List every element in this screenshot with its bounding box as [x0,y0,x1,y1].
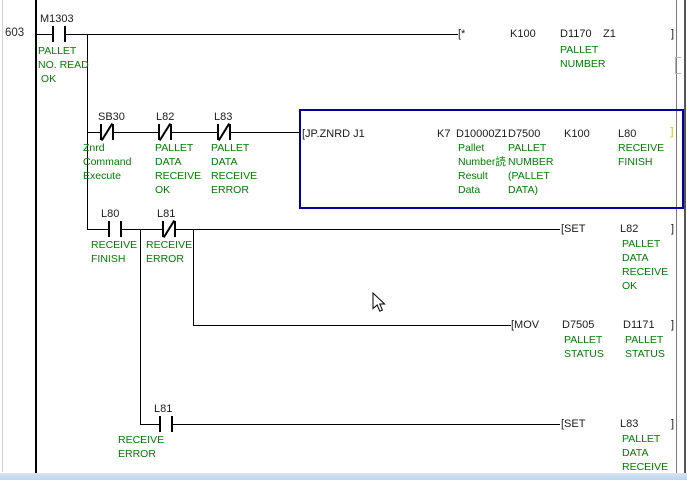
right-window-border [684,0,686,480]
contact-l81-no[interactable] [159,416,173,432]
instr-set-l83-operand[interactable]: L83 [620,418,638,430]
comment-l82: PALLET DATA RECEIVE OK [155,141,201,197]
device-label-l83: L83 [214,111,232,123]
device-label-l81-no: L81 [154,403,172,415]
contact-pipe [171,416,173,432]
instr-set-l82-opcode[interactable]: [SET [561,223,585,235]
contact-l83[interactable] [217,124,231,140]
faint-bracket-mark [675,57,681,74]
contact-pipe [170,124,172,140]
horizontal-scrollbar[interactable] [0,473,687,480]
contact-pipe [52,26,54,42]
contact-pipe [64,26,66,42]
instr-mov-opcode[interactable]: [MOV [511,319,539,331]
device-label-m1303: M1303 [40,13,74,25]
wire-receive-rung [88,229,560,230]
contact-gap [110,221,120,237]
instr-multiply-opcode[interactable]: [* [458,28,465,40]
ladder-editor: 603 M1303 PALLET NO. READ OK [* K100 D11… [0,0,687,480]
wire-drop-to-mov-rung [193,229,194,326]
instr-multiply-close-bracket: ] [671,28,674,40]
comment-l81-no: RECEIVE ERROR [118,433,164,461]
contact-l81-nc[interactable] [162,221,176,237]
instr-mov-operand-d7505[interactable]: D7505 [562,319,594,331]
wire-mov-rung [193,325,511,326]
instr-mov-close-bracket: ] [671,319,674,331]
instr-multiply-operand-d1170[interactable]: D1170 [560,28,592,40]
instr-multiply-operand-z1[interactable]: Z1 [603,28,616,40]
device-label-sb30: SB30 [98,111,125,123]
rung-number: 603 [5,27,24,39]
instr-set-l83-opcode[interactable]: [SET [561,418,585,430]
contact-l80[interactable] [108,221,122,237]
comment-l81-nc: RECEIVE ERROR [146,238,192,266]
comment-d1171: PALLET STATUS [625,333,665,361]
contact-pipe [229,124,231,140]
left-window-border [2,0,3,472]
comment-l83: PALLET DATA RECEIVE ERROR [211,141,257,197]
comment-d1170: PALLET NUMBER [560,43,606,71]
mouse-cursor [372,292,386,313]
left-power-rail [35,0,37,473]
contact-m1303[interactable] [52,26,66,42]
instr-mov-operand-d1171[interactable]: D1171 [623,319,655,331]
contact-l82[interactable] [158,124,172,140]
wire-main-rung [37,34,458,35]
instr-set-l82-close-bracket: ] [671,223,674,235]
contact-pipe [112,124,114,140]
device-label-l82: L82 [156,111,174,123]
comment-d7505: PALLET STATUS [564,333,604,361]
device-label-l81-nc: L81 [157,208,175,220]
device-label-l80: L80 [101,208,119,220]
wire-drop-to-bottom-rung [140,229,141,425]
contact-pipe [108,221,110,237]
contact-pipe [159,416,161,432]
wire-bottom-rung [140,424,560,425]
contact-gap [54,26,64,42]
selection-box [299,109,684,209]
contact-pipe [174,221,176,237]
contact-sb30[interactable] [100,124,114,140]
instr-znrd-close-bracket: ] [670,126,674,138]
contact-pipe [120,221,122,237]
comment-set-l82: PALLET DATA RECEIVE OK [622,237,668,293]
contact-gap [161,416,171,432]
instr-multiply-operand-k100[interactable]: K100 [510,28,536,40]
instr-set-l83-close-bracket: ] [671,418,674,430]
comment-sb30: Znrd Command Execute [83,141,131,183]
wire-znrd-rung [88,132,300,133]
comment-l80: RECEIVE FINISH [91,238,137,266]
instr-set-l82-operand[interactable]: L82 [620,223,638,235]
comment-m1303: PALLET NO. READ OK [38,44,89,86]
